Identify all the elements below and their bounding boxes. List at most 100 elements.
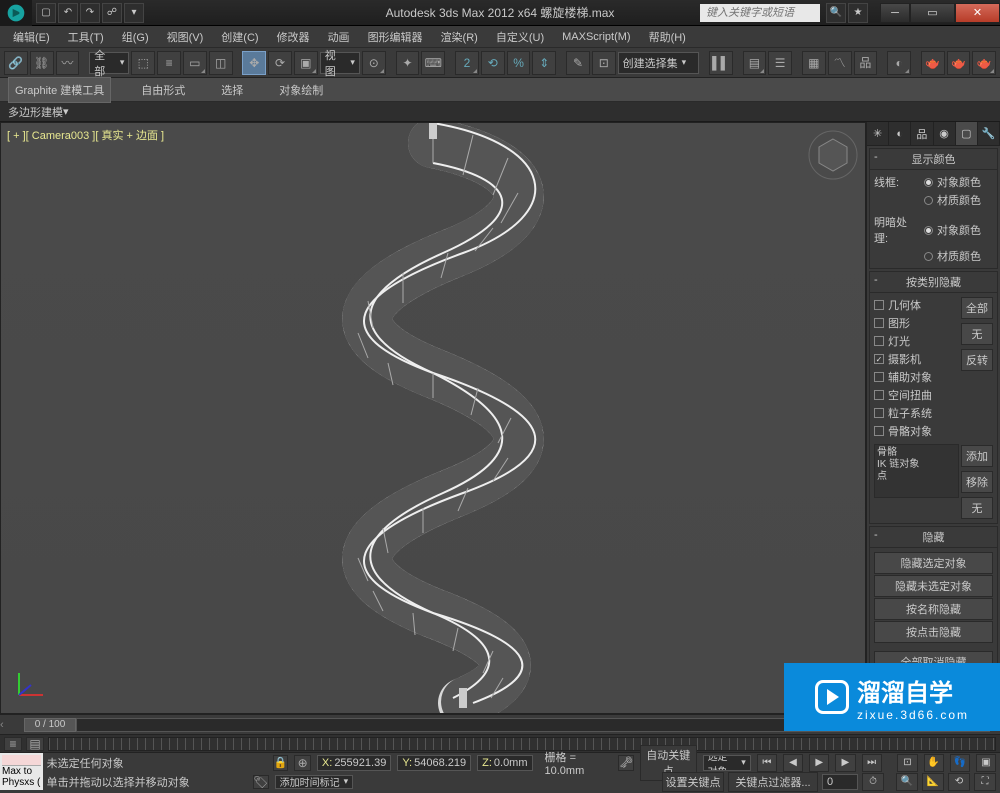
ribbon-tab-objectpaint[interactable]: 对象绘制 (273, 78, 329, 102)
tab-motion-icon[interactable]: ◉ (934, 122, 956, 145)
fov-icon[interactable]: 📐 (922, 773, 944, 791)
ribbon-tab-freeform[interactable]: 自由形式 (135, 78, 191, 102)
chk-cameras[interactable] (874, 354, 884, 364)
coord-y[interactable]: Y:54068.219 (397, 755, 471, 771)
spinner-snap-icon[interactable]: ⇕ (532, 51, 556, 75)
current-frame-field[interactable]: 0 (822, 774, 858, 790)
btn-remove[interactable]: 移除 (961, 471, 993, 493)
select-object-icon[interactable]: ⬚ (131, 51, 155, 75)
bind-spacewarp-icon[interactable]: 〰 (56, 51, 80, 75)
chk-spacewarps[interactable] (874, 390, 884, 400)
btn-hide-none[interactable]: 无 (961, 323, 993, 345)
rollout-header[interactable]: 按类别隐藏 (870, 272, 997, 293)
add-time-tag[interactable]: 添加时间标记 (275, 775, 354, 789)
star-icon[interactable]: ★ (848, 3, 868, 23)
rollout-header[interactable]: 显示颜色 (870, 149, 997, 170)
minimize-button[interactable]: ─ (880, 3, 910, 23)
chk-particles[interactable] (874, 408, 884, 418)
qat-new-icon[interactable]: ▢ (36, 3, 56, 23)
qat-link-icon[interactable]: ☍ (102, 3, 122, 23)
select-manipulate-icon[interactable]: ✦ (396, 51, 420, 75)
angle-snap-icon[interactable]: ⟲ (481, 51, 505, 75)
curve-editor-icon[interactable]: 〽 (828, 51, 852, 75)
align-icon[interactable]: ▤ (743, 51, 767, 75)
time-tag-icon[interactable]: 🏷 (253, 775, 269, 789)
unlink-icon[interactable]: ⛓ (30, 51, 54, 75)
keymode-icon[interactable]: 🗝 (618, 755, 634, 771)
viewcube[interactable] (807, 129, 859, 181)
ribbon-panel-label[interactable]: 多边形建模 ▾ (0, 102, 1000, 122)
track-ruler[interactable] (48, 737, 996, 751)
infocenter-icon[interactable]: 🔍 (826, 3, 846, 23)
chk-lights[interactable] (874, 336, 884, 346)
btn-add[interactable]: 添加 (961, 445, 993, 467)
lock-sel-icon[interactable]: ⊡ (592, 51, 616, 75)
time-config-icon[interactable]: ⏱ (862, 773, 884, 791)
link-icon[interactable]: 🔗 (4, 51, 28, 75)
trackbar-toggle-icon[interactable]: ≡ (4, 737, 22, 751)
use-center-icon[interactable]: ⊙ (362, 51, 386, 75)
maximize-button[interactable]: ▭ (910, 3, 955, 23)
set-key-button[interactable]: 设置关键点 (662, 772, 724, 792)
ref-coord-dropdown[interactable]: 视图 (320, 52, 360, 74)
tab-create-icon[interactable]: ✳ (867, 122, 889, 145)
btn-hide-by-name[interactable]: 按名称隐藏 (874, 598, 993, 620)
qat-redo-icon[interactable]: ↷ (80, 3, 100, 23)
menu-edit[interactable]: 编辑(E) (4, 26, 59, 48)
graphite-icon[interactable]: ▦ (802, 51, 826, 75)
render-setup-icon[interactable]: 🫖 (921, 51, 945, 75)
viewport[interactable]: [ + ][ Camera003 ][ 真实 + 边面 ] (0, 122, 866, 714)
selection-lock-icon[interactable]: 🔒 (273, 755, 289, 771)
menu-customize[interactable]: 自定义(U) (487, 26, 553, 48)
mirror-icon[interactable]: ▌▌ (709, 51, 733, 75)
snap-2d-icon[interactable]: 2 (455, 51, 479, 75)
select-rotate-icon[interactable]: ⟳ (268, 51, 292, 75)
tab-utilities-icon[interactable]: 🔧 (978, 122, 1000, 145)
btn-hide-all[interactable]: 全部 (961, 297, 993, 319)
transform-type-in-icon[interactable]: ⊕ (294, 755, 311, 771)
btn-hide-by-hit[interactable]: 按点击隐藏 (874, 621, 993, 643)
btn-hide-invert[interactable]: 反转 (961, 349, 993, 371)
chk-helpers[interactable] (874, 372, 884, 382)
named-selection-dropdown[interactable]: 创建选择集 (618, 52, 699, 74)
key-filters-button[interactable]: 关键点过滤器... (728, 772, 818, 792)
select-move-icon[interactable]: ✥ (242, 51, 266, 75)
zoom-icon[interactable]: 🔍 (896, 773, 918, 791)
radio-wire-objcolor[interactable] (924, 178, 933, 187)
select-by-name-icon[interactable]: ≡ (157, 51, 181, 75)
menu-grapheditors[interactable]: 图形编辑器 (359, 26, 432, 48)
rollout-header[interactable]: 隐藏 (870, 527, 997, 548)
menu-help[interactable]: 帮助(H) (640, 26, 695, 48)
chk-geometry[interactable] (874, 300, 884, 310)
keyboard-shortcut-icon[interactable]: ⌨ (421, 51, 445, 75)
menu-animation[interactable]: 动画 (319, 26, 359, 48)
menu-maxscript[interactable]: MAXScript(M) (553, 28, 639, 46)
key-selection-dropdown[interactable]: 选定对象 (703, 755, 751, 771)
hide-listbox[interactable]: 骨骼 IK 链对象 点 (874, 444, 959, 498)
select-region-icon[interactable]: ▭ (183, 51, 207, 75)
coord-z[interactable]: Z:0.0mm (477, 755, 532, 771)
radio-shade-matcolor[interactable] (924, 252, 933, 261)
btn-none2[interactable]: 无 (961, 497, 993, 519)
menu-tools[interactable]: 工具(T) (59, 26, 113, 48)
orbit-icon[interactable]: ⟲ (948, 773, 970, 791)
rendered-frame-icon[interactable]: 🫖 (947, 51, 971, 75)
help-search-input[interactable] (700, 4, 820, 22)
tab-hierarchy-icon[interactable]: 品 (911, 122, 933, 145)
layers-icon[interactable]: ☰ (768, 51, 792, 75)
tab-display-icon[interactable]: ▢ (956, 122, 978, 145)
app-menu-icon[interactable] (0, 0, 32, 26)
select-scale-icon[interactable]: ▣ (294, 51, 318, 75)
radio-wire-matcolor[interactable] (924, 196, 933, 205)
render-icon[interactable]: 🫖 (972, 51, 996, 75)
menu-group[interactable]: 组(G) (113, 26, 158, 48)
menu-create[interactable]: 创建(C) (212, 26, 267, 48)
qat-dropdown-icon[interactable]: ▾ (124, 3, 144, 23)
trackbar-filter-icon[interactable]: ▤ (26, 737, 44, 751)
schematic-view-icon[interactable]: 品 (854, 51, 878, 75)
max-viewport-icon[interactable]: ⛶ (974, 773, 996, 791)
menu-views[interactable]: 视图(V) (158, 26, 213, 48)
menu-rendering[interactable]: 渲染(R) (432, 26, 487, 48)
btn-hide-unselected[interactable]: 隐藏未选定对象 (874, 575, 993, 597)
radio-shade-objcolor[interactable] (924, 226, 933, 235)
